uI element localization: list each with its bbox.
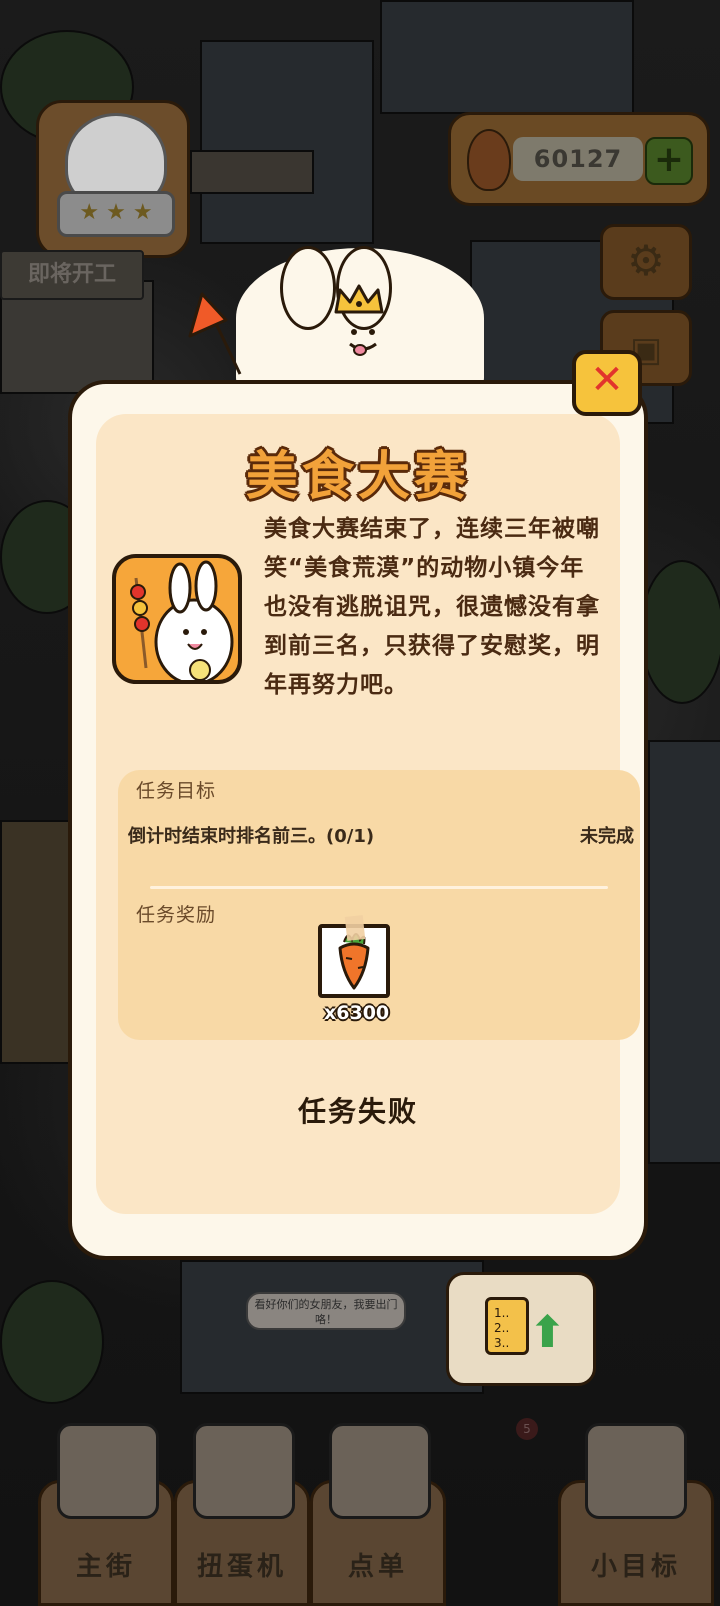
bunny-ear: [280, 246, 336, 330]
task-box: 任务目标 倒计时结束时排名前三。(0/1) 未完成 任务奖励 x6300: [118, 770, 640, 1040]
checklist-icon: [329, 1423, 431, 1519]
close-icon: ✕: [590, 357, 624, 403]
reward-item[interactable]: [318, 915, 390, 998]
background-building: [200, 40, 374, 244]
bunny-skewer-illustration: [112, 554, 242, 684]
objective-label: 任务目标: [136, 780, 217, 802]
tab-label: 小目标: [590, 1552, 681, 1582]
dialog-content-panel: 美食大赛 美食大赛结束了，连续三年被嘲笑“美食荒漠”的动物小镇今年也没有逃脱诅咒…: [96, 414, 640, 1214]
tab-main-street[interactable]: 主街: [38, 1423, 174, 1606]
currency-bar: 60127 +: [448, 112, 710, 206]
skewer-bunny-icon: [130, 560, 234, 680]
bunny-face-icon: [349, 329, 377, 356]
reward-label: 任务奖励: [136, 904, 217, 926]
coming-soon-sign: 即将开工: [0, 250, 144, 300]
tape-decoration: [344, 915, 366, 941]
crown-icon: [334, 284, 384, 314]
background-building: [0, 820, 74, 1064]
objective-status: 未完成: [580, 826, 634, 847]
bunny-mascot: [236, 246, 484, 388]
background-building: [648, 740, 720, 1164]
gear-icon: ⚙: [627, 236, 665, 285]
objective-text: 倒计时结束时排名前三。(0/1): [128, 826, 375, 847]
stars-icon: ★ ★ ★: [57, 191, 175, 237]
tab-label: 点单: [347, 1552, 408, 1582]
npc-speech-bubble: 看好你们的女朋友，我要出门咯！: [246, 1292, 406, 1330]
mission-result-text: 任务失败: [297, 1095, 418, 1128]
story-description: 美食大赛结束了，连续三年被嘲笑“美食荒漠”的动物小镇今年也没有逃脱诅咒，很遗憾没…: [264, 516, 600, 698]
tab-label: 扭蛋机: [196, 1552, 287, 1582]
settings-button[interactable]: ⚙: [600, 224, 692, 300]
background-tree: [640, 560, 720, 704]
bunny-flag-icon: [585, 1423, 687, 1519]
carrot-icon: [467, 129, 511, 191]
add-currency-button[interactable]: +: [645, 137, 693, 185]
tab-gacha-machine[interactable]: 扭蛋机: [174, 1423, 310, 1606]
reward-quantity: x6300: [324, 1002, 390, 1024]
close-button[interactable]: ✕: [572, 350, 642, 416]
tab-label: 主街: [75, 1552, 136, 1582]
currency-value: 60127: [513, 137, 643, 181]
map-icon: [57, 1423, 159, 1519]
upload-arrow-icon: ⬆: [529, 1307, 566, 1358]
background-building: [380, 0, 634, 114]
task-list-button[interactable]: 1.. 2.. 3.. ⬆: [446, 1272, 596, 1386]
background-awning: [190, 150, 314, 194]
event-result-dialog: 美食大赛 美食大赛结束了，连续三年被嘲笑“美食荒漠”的动物小镇今年也没有逃脱诅咒…: [68, 380, 648, 1260]
tab-small-goal[interactable]: 小目标: [558, 1423, 714, 1606]
game-console-icon: [193, 1423, 295, 1519]
notification-badge: 5: [516, 1418, 538, 1440]
tab-order[interactable]: 点单: [310, 1423, 446, 1606]
bottom-navigation: 主街 扭蛋机 点单 小目标: [0, 1390, 720, 1606]
dialog-title: 美食大赛: [245, 447, 470, 507]
level-badge[interactable]: ★ ★ ★: [36, 100, 190, 258]
clipboard-icon: 1.. 2.. 3..: [485, 1297, 529, 1355]
background-tree: [0, 1280, 104, 1404]
flag-icon: [188, 292, 242, 375]
divider: [150, 886, 608, 889]
